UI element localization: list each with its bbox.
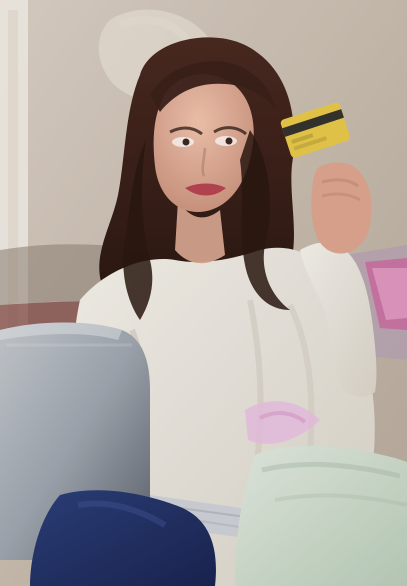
- photo-frame: [0, 0, 407, 586]
- photo-woman-credit-card-laptop: [0, 0, 407, 586]
